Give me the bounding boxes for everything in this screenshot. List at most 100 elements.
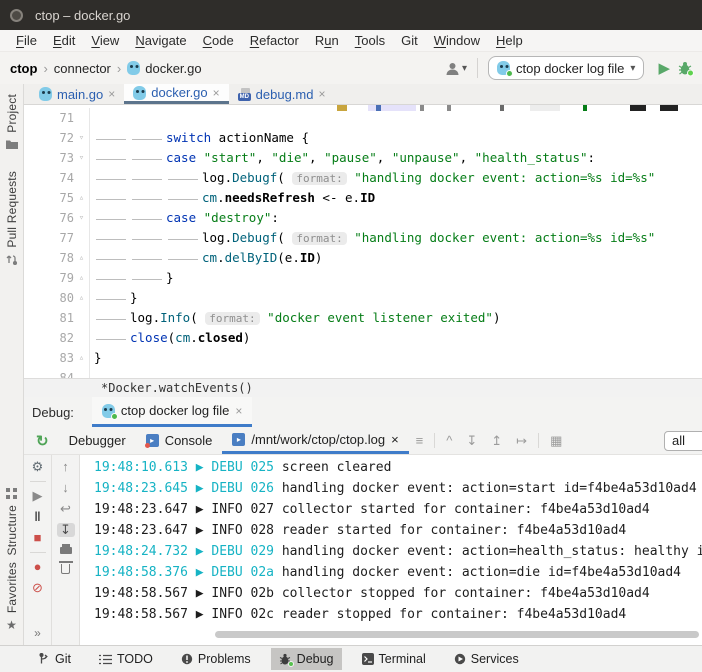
settings-icon[interactable]: ⚙ bbox=[29, 460, 47, 474]
code-line-83[interactable]: 83▵} bbox=[24, 348, 702, 368]
current-method-breadcrumb[interactable]: *Docker.watchEvents() bbox=[101, 381, 253, 395]
line-number[interactable]: 82 bbox=[24, 328, 74, 348]
code-line-71[interactable]: 71 bbox=[24, 108, 702, 128]
clear-all-icon[interactable] bbox=[61, 564, 70, 574]
statusbar-debug[interactable]: Debug bbox=[271, 648, 342, 670]
layout-grid-icon[interactable]: ▦ bbox=[550, 433, 562, 449]
tab-debug-md[interactable]: MD debug.md × bbox=[229, 84, 335, 104]
stop-button[interactable]: ■ bbox=[29, 531, 47, 545]
code-line-84[interactable]: 84 bbox=[24, 368, 702, 378]
menu-code[interactable]: Code bbox=[195, 33, 242, 48]
scroll-to-end-icon[interactable]: ↧ bbox=[57, 523, 75, 537]
code-line-77[interactable]: 77log.Debugf( format: "handling docker e… bbox=[24, 228, 702, 248]
tool-window-button-project[interactable]: Project bbox=[5, 94, 19, 149]
rerun-button[interactable]: ↻ bbox=[36, 432, 49, 450]
tab-console[interactable]: ▸ Console bbox=[136, 427, 223, 454]
statusbar-todo[interactable]: TODO bbox=[91, 648, 161, 670]
line-number[interactable]: 83 bbox=[24, 348, 74, 368]
line-number[interactable]: 77 bbox=[24, 228, 74, 248]
menu-run[interactable]: Run bbox=[307, 33, 347, 48]
down-stack-icon[interactable]: ↓ bbox=[57, 481, 75, 495]
menu-git[interactable]: Git bbox=[393, 33, 426, 48]
line-number[interactable]: 73 bbox=[24, 148, 74, 168]
window-control-button[interactable] bbox=[10, 9, 23, 22]
code-line-72[interactable]: 72▿switch actionName { bbox=[24, 128, 702, 148]
fold-marker-icon[interactable]: ▿ bbox=[74, 148, 90, 168]
close-icon[interactable]: × bbox=[318, 87, 325, 101]
menu-refactor[interactable]: Refactor bbox=[242, 33, 307, 48]
line-number[interactable]: 71 bbox=[24, 108, 74, 128]
fold-marker-icon[interactable]: ▵ bbox=[74, 268, 90, 288]
menu-file[interactable]: File bbox=[8, 33, 45, 48]
horizontal-scrollbar[interactable] bbox=[215, 631, 699, 638]
menu-navigate[interactable]: Navigate bbox=[127, 33, 194, 48]
line-number[interactable]: 78 bbox=[24, 248, 74, 268]
tab-debugger[interactable]: Debugger bbox=[59, 427, 136, 454]
code-line-75[interactable]: 75▵cm.needsRefresh <- e.ID bbox=[24, 188, 702, 208]
log-level-filter-select[interactable]: all bbox=[664, 431, 702, 451]
line-number[interactable]: 76 bbox=[24, 208, 74, 228]
restore-layout-icon[interactable]: ^ bbox=[446, 433, 452, 448]
code-editor[interactable]: 7172▿switch actionName {73▿case "start",… bbox=[24, 105, 702, 378]
options-menu-icon[interactable]: ≡ bbox=[416, 433, 424, 448]
breadcrumb-file[interactable]: docker.go bbox=[145, 61, 201, 76]
statusbar-git[interactable]: Git bbox=[30, 648, 79, 670]
close-icon[interactable]: × bbox=[235, 404, 242, 418]
mute-breakpoints-button[interactable]: ⊘ bbox=[29, 581, 47, 595]
more-actions-button[interactable]: » bbox=[34, 626, 41, 640]
statusbar-problems[interactable]: Problems bbox=[173, 648, 259, 670]
close-icon[interactable]: × bbox=[213, 86, 220, 100]
statusbar-terminal[interactable]: Terminal bbox=[354, 648, 434, 670]
code-line-80[interactable]: 80▵} bbox=[24, 288, 702, 308]
line-number[interactable]: 75 bbox=[24, 188, 74, 208]
user-avatar-button[interactable]: ▾ bbox=[445, 61, 467, 76]
statusbar-services[interactable]: Services bbox=[446, 648, 527, 670]
breadcrumb-project[interactable]: ctop bbox=[10, 61, 37, 76]
tool-window-button-favorites[interactable]: Favorites ★ bbox=[5, 562, 19, 631]
scroll-to-cursor-icon[interactable]: ↦ bbox=[516, 433, 527, 449]
tool-window-button-pull-requests[interactable]: Pull Requests bbox=[5, 171, 19, 266]
tab-log-file[interactable]: ▸ /mnt/work/ctop/ctop.log × bbox=[222, 427, 408, 454]
breadcrumb-package[interactable]: connector bbox=[54, 61, 111, 76]
view-breakpoints-button[interactable]: ● bbox=[29, 560, 47, 574]
code-line-73[interactable]: 73▿case "start", "die", "pause", "unpaus… bbox=[24, 148, 702, 168]
line-number[interactable]: 79 bbox=[24, 268, 74, 288]
menu-help[interactable]: Help bbox=[488, 33, 531, 48]
close-icon[interactable]: × bbox=[108, 87, 115, 101]
tool-window-button-structure[interactable]: Structure bbox=[5, 488, 19, 556]
menu-view[interactable]: View bbox=[83, 33, 127, 48]
scroll-down-icon[interactable]: ↧ bbox=[466, 433, 477, 449]
line-number[interactable]: 74 bbox=[24, 168, 74, 188]
debug-button[interactable] bbox=[678, 61, 694, 76]
tab-docker-go[interactable]: docker.go × bbox=[124, 84, 228, 104]
print-icon[interactable] bbox=[60, 547, 72, 554]
line-number[interactable]: 80 bbox=[24, 288, 74, 308]
fold-marker-icon[interactable]: ▵ bbox=[74, 248, 90, 268]
tab-main-go[interactable]: main.go × bbox=[30, 84, 124, 104]
debug-session-tab[interactable]: ctop docker log file × bbox=[92, 397, 252, 427]
code-line-78[interactable]: 78▵cm.delByID(e.ID) bbox=[24, 248, 702, 268]
close-icon[interactable]: × bbox=[391, 432, 399, 447]
soft-wrap-icon[interactable]: ↩ bbox=[57, 502, 75, 516]
code-line-76[interactable]: 76▿case "destroy": bbox=[24, 208, 702, 228]
scroll-up-icon[interactable]: ↥ bbox=[491, 433, 502, 449]
up-stack-icon[interactable]: ↑ bbox=[57, 460, 75, 474]
code-line-79[interactable]: 79▵} bbox=[24, 268, 702, 288]
line-number[interactable]: 84 bbox=[24, 368, 74, 378]
run-configuration-select[interactable]: ctop docker log file ▾ bbox=[488, 56, 644, 80]
fold-marker-icon[interactable]: ▵ bbox=[74, 188, 90, 208]
menu-tools[interactable]: Tools bbox=[347, 33, 393, 48]
run-button[interactable]: ▶ bbox=[658, 59, 670, 77]
pause-button[interactable]: ‖ bbox=[29, 510, 47, 524]
code-line-82[interactable]: 82close(cm.closed) bbox=[24, 328, 702, 348]
code-line-81[interactable]: 81log.Info( format: "docker event listen… bbox=[24, 308, 702, 328]
line-number[interactable]: 81 bbox=[24, 308, 74, 328]
log-console[interactable]: 19:48:10.613 ▶ DEBU 025 screen cleared19… bbox=[80, 455, 702, 645]
menu-edit[interactable]: Edit bbox=[45, 33, 83, 48]
fold-marker-icon[interactable]: ▿ bbox=[74, 128, 90, 148]
fold-marker-icon[interactable]: ▵ bbox=[74, 348, 90, 368]
fold-marker-icon[interactable]: ▿ bbox=[74, 208, 90, 228]
menu-window[interactable]: Window bbox=[426, 33, 488, 48]
code-line-74[interactable]: 74log.Debugf( format: "handling docker e… bbox=[24, 168, 702, 188]
line-number[interactable]: 72 bbox=[24, 128, 74, 148]
